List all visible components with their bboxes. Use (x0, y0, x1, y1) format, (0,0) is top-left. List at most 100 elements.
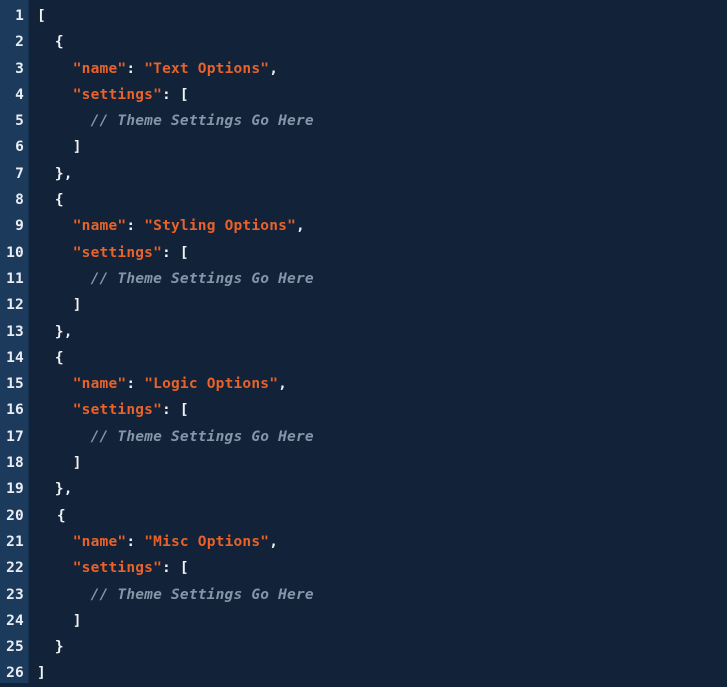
code-line[interactable]: "settings": [ (37, 82, 727, 108)
code-line[interactable]: }, (37, 476, 727, 502)
token-punctuation: : (126, 60, 145, 77)
code-line[interactable]: "settings": [ (37, 555, 727, 581)
line-number: 11 (6, 270, 24, 287)
token-string: "settings" (72, 244, 163, 261)
line-number-gutter: 1 2 3 4 5 6 7 8 9 10 11 12 13 14 15 16 17 18 19 20 21 22 23 24 2… (0, 0, 29, 683)
line-number: 12 (6, 297, 24, 314)
line-number: 14 (6, 349, 24, 366)
code-content-area[interactable]: [ { "name": "Text Options", "settings": … (29, 0, 727, 683)
line-number: 24 (6, 612, 24, 629)
token-punctuation: ] (72, 139, 82, 156)
line-number: 15 (6, 376, 24, 393)
token-punctuation: ] (37, 665, 46, 682)
token-comment: // Theme Settings Go Here (90, 270, 314, 287)
line-number: 10 (6, 244, 24, 261)
code-line[interactable]: ] (37, 608, 727, 634)
line-number: 21 (6, 533, 24, 550)
line-number: 9 (15, 218, 24, 235)
token-string: "name" (72, 60, 127, 77)
line-number: 8 (15, 192, 24, 209)
line-number: 3 (15, 60, 24, 77)
token-punctuation: ] (72, 612, 82, 629)
line-number: 23 (6, 586, 24, 603)
token-punctuation: }, (54, 481, 73, 498)
code-line[interactable]: ] (37, 450, 727, 476)
code-line[interactable]: [ (37, 3, 727, 29)
line-number: 6 (15, 139, 24, 156)
token-string: "name" (72, 218, 127, 235)
line-number: 19 (6, 481, 24, 498)
code-line[interactable]: "name": "Misc Options", (37, 529, 727, 555)
token-punctuation: [ (37, 8, 46, 24)
token-string: "settings" (72, 86, 163, 103)
token-punctuation: { (54, 349, 64, 366)
token-punctuation: { (56, 507, 66, 524)
line-number: 2 (15, 34, 24, 51)
code-line[interactable]: // Theme Settings Go Here (37, 582, 727, 608)
token-punctuation: ] (72, 455, 82, 472)
line-number: 22 (6, 560, 24, 577)
line-number: 20 (6, 507, 24, 524)
token-string: "settings" (72, 560, 163, 577)
line-number: 25 (6, 639, 24, 656)
token-punctuation: ] (72, 297, 82, 314)
token-string: "name" (72, 533, 127, 550)
code-line[interactable]: // Theme Settings Go Here (37, 424, 727, 450)
code-line[interactable]: "name": "Styling Options", (37, 213, 727, 239)
code-line[interactable]: { (37, 345, 727, 371)
code-editor[interactable]: 1 2 3 4 5 6 7 8 9 10 11 12 13 14 15 16 17 18 19 20 21 22 23 24 2… (0, 0, 727, 683)
code-line[interactable]: "name": "Logic Options", (37, 371, 727, 397)
line-number: 18 (6, 455, 24, 472)
token-punctuation: { (54, 192, 64, 209)
code-line[interactable]: { (37, 503, 727, 529)
code-line[interactable]: }, (37, 161, 727, 187)
token-punctuation: : [ (162, 560, 189, 577)
token-punctuation: : (126, 376, 145, 393)
token-comment: // Theme Settings Go Here (90, 586, 314, 603)
token-punctuation: : (126, 218, 145, 235)
code-line[interactable]: // Theme Settings Go Here (37, 266, 727, 292)
code-line[interactable]: }, (37, 319, 727, 345)
token-punctuation: }, (54, 323, 73, 340)
code-line[interactable]: "settings": [ (37, 240, 727, 266)
token-punctuation: , (269, 533, 279, 550)
token-string: "settings" (72, 402, 163, 419)
code-line[interactable]: "settings": [ (37, 397, 727, 423)
token-punctuation: } (54, 639, 64, 656)
code-line[interactable]: { (37, 29, 727, 55)
token-string: "Styling Options" (144, 218, 297, 235)
code-line[interactable]: { (37, 187, 727, 213)
token-punctuation: : [ (162, 86, 189, 103)
token-punctuation: : (126, 533, 145, 550)
code-line[interactable]: } (37, 634, 727, 660)
token-punctuation: { (54, 34, 64, 51)
code-line[interactable]: "name": "Text Options", (37, 56, 727, 82)
token-punctuation: , (269, 60, 279, 77)
line-number: 17 (6, 428, 24, 445)
token-comment: // Theme Settings Go Here (90, 113, 314, 130)
code-line[interactable]: ] (37, 292, 727, 318)
code-line[interactable]: // Theme Settings Go Here (37, 108, 727, 134)
code-line[interactable]: ] (37, 134, 727, 160)
token-punctuation: : [ (162, 402, 189, 419)
